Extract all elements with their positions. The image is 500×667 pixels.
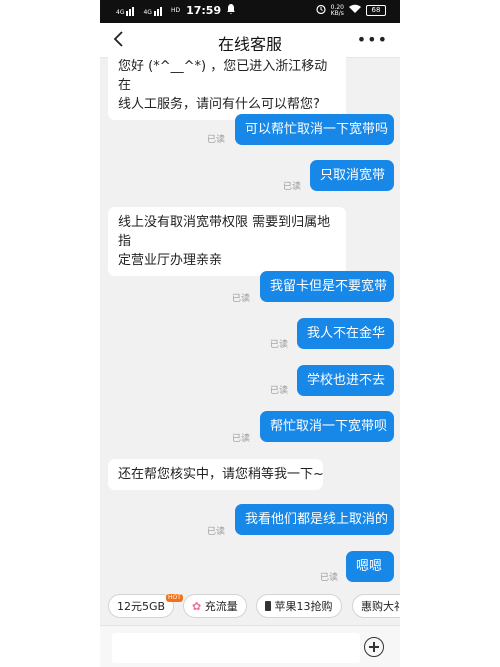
user-message: 可以帮忙取消一下宽带吗 <box>235 114 394 145</box>
agent-message: 线上没有取消宽带权限 需要到归属地指 定营业厅办理亲亲 <box>108 207 346 276</box>
quick-reply-chip[interactable]: 12元5GB HOT <box>108 594 183 618</box>
user-message: 帮忙取消一下宽带呗 <box>260 411 394 442</box>
read-receipt: 已读 <box>320 573 339 583</box>
quick-reply-chip[interactable]: 苹果13抢购 <box>256 594 342 618</box>
battery-icon: 68 <box>366 5 386 16</box>
chat-screen: 4G 4G HD 17:59 0.20 KB/s 68 在线客服 ••• 您好 … <box>100 0 400 667</box>
net-speed-unit: KB/s <box>330 9 344 17</box>
user-message: 嗯嗯 <box>346 551 394 582</box>
plus-icon[interactable] <box>364 637 384 657</box>
status-time: 17:59 <box>186 4 222 17</box>
user-message: 只取消宽带 <box>310 160 394 191</box>
read-receipt: 已读 <box>232 434 251 444</box>
flower-icon: ✿ <box>192 600 202 613</box>
quick-reply-label: 惠购大礼 <box>361 600 400 613</box>
quick-reply-chip[interactable]: ✿ 充流量 <box>183 594 247 618</box>
hd-badge: HD <box>170 6 181 14</box>
user-message: 学校也进不去 <box>297 365 394 396</box>
hot-badge: HOT <box>166 594 183 602</box>
status-bar: 4G 4G HD 17:59 0.20 KB/s 68 <box>100 0 400 23</box>
more-options-icon[interactable]: ••• <box>357 30 388 49</box>
quick-reply-label: 苹果13抢购 <box>274 600 333 613</box>
quick-reply-label: 充流量 <box>204 600 238 613</box>
read-receipt: 已读 <box>232 294 251 304</box>
phone-icon <box>265 601 271 611</box>
read-receipt: 已读 <box>207 527 226 537</box>
agent-message: 您好 (*^__^*) ，您已进入浙江移动在 线人工服务，请问有什么可以帮您? <box>108 51 346 120</box>
quick-reply-bar: 12元5GB HOT ✿ 充流量 苹果13抢购 惠购大礼 <box>100 589 400 623</box>
signal-icon: 4G <box>143 6 164 16</box>
user-message: 我人不在金华 <box>297 318 394 349</box>
agent-message: 还在帮您核实中，请您稍等我一下~ <box>108 459 324 490</box>
alarm-icon <box>316 4 326 17</box>
signal-icon: 4G <box>116 6 137 16</box>
quick-reply-label: 12元5GB <box>117 600 166 613</box>
read-receipt: 已读 <box>283 182 302 192</box>
notification-icon <box>227 4 236 17</box>
quick-reply-chip[interactable]: 惠购大礼 <box>352 594 400 618</box>
read-receipt: 已读 <box>207 135 226 145</box>
input-bar <box>100 625 400 667</box>
user-message: 我留卡但是不要宽带 <box>260 271 394 302</box>
read-receipt: 已读 <box>270 386 289 396</box>
message-input[interactable] <box>112 633 360 663</box>
wifi-icon <box>349 4 361 17</box>
user-message: 我看他们都是线上取消的 <box>235 504 394 535</box>
read-receipt: 已读 <box>270 340 289 350</box>
